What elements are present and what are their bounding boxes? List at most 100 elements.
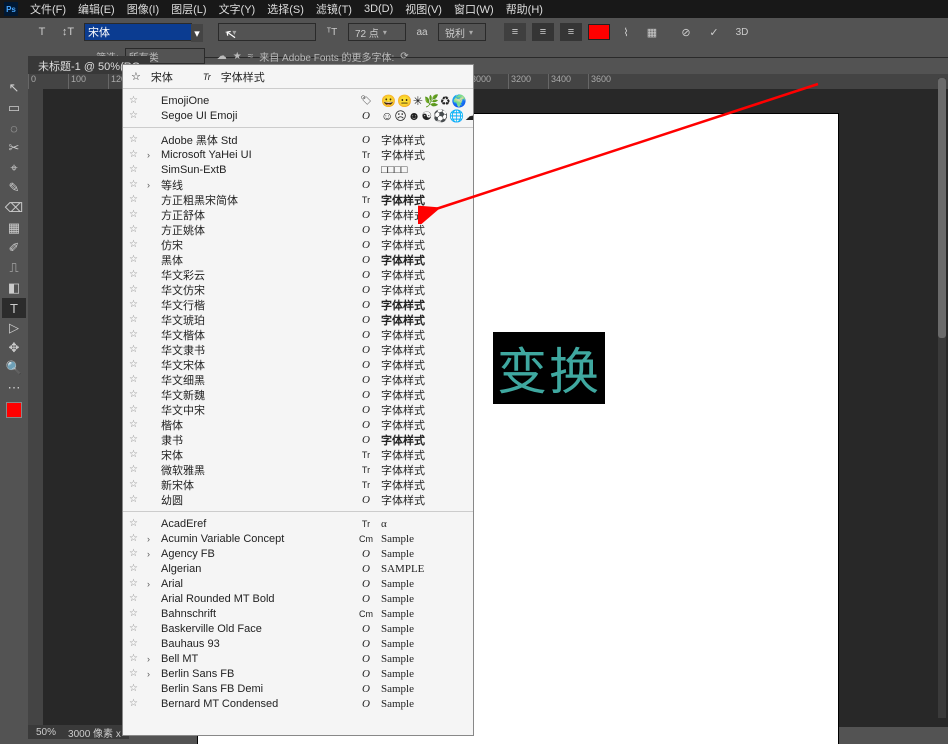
tool-1[interactable]: ▭ [2,98,26,118]
star-icon[interactable]: ☆ [129,110,141,121]
font-list-item[interactable]: ☆仿宋O字体样式 [123,237,473,252]
font-list-item[interactable]: ☆Segoe UI EmojiO☺☹☻☯⚽🌐☁ [123,108,473,123]
font-list-item[interactable]: ☆AcadErefTrα [123,516,473,531]
font-list-item[interactable]: ☆›ArialOSample [123,576,473,591]
star-icon[interactable]: ☆ [129,299,141,310]
star-icon[interactable]: ☆ [129,149,141,160]
warp-text-icon[interactable]: ⌇ [616,22,636,42]
font-list-item[interactable]: ☆AlgerianOSAMPLE [123,561,473,576]
font-list-item[interactable]: ☆›等线O字体样式 [123,177,473,192]
font-list-item[interactable]: ☆华文宋体O字体样式 [123,357,473,372]
menu-window[interactable]: 窗口(W) [448,1,500,17]
star-icon[interactable]: ☆ [129,329,141,340]
star-icon[interactable]: ☆ [129,548,141,559]
font-list-item[interactable]: ☆EmojiOne🏷😀😐✳🌿♻🌍 [123,93,473,108]
menu-image[interactable]: 图像(I) [121,1,165,17]
star-icon[interactable]: ☆ [129,608,141,619]
star-icon[interactable]: ☆ [129,419,141,430]
expand-icon[interactable]: › [147,549,155,559]
star-icon[interactable]: ☆ [129,224,141,235]
tool-12[interactable]: ▷ [2,318,26,338]
char-panel-icon[interactable]: ▦ [642,22,662,42]
cancel-icon[interactable]: ⊘ [676,22,696,42]
font-list-item[interactable]: ☆Bernard MT CondensedOSample [123,696,473,711]
align-right-button[interactable]: ≡ [560,23,582,41]
status-zoom[interactable]: 50% [36,727,56,738]
fav-header-icon[interactable]: ☆ [131,70,141,83]
star-icon[interactable]: ☆ [129,209,141,220]
star-icon[interactable]: ☆ [129,638,141,649]
star-icon[interactable]: ☆ [129,563,141,574]
font-list-item[interactable]: ☆Adobe 黑体 StdO字体样式 [123,132,473,147]
canvas-text-layer[interactable]: 变换 [493,332,605,404]
font-list-item[interactable]: ☆华文细黑O字体样式 [123,372,473,387]
star-icon[interactable]: ☆ [129,449,141,460]
align-center-button[interactable]: ≡ [532,23,554,41]
font-list-item[interactable]: ☆华文行楷O字体样式 [123,297,473,312]
star-icon[interactable]: ☆ [129,668,141,679]
tool-14[interactable]: 🔍 [2,358,26,378]
font-list-item[interactable]: ☆Berlin Sans FB DemiOSample [123,681,473,696]
font-list-item[interactable]: ☆宋体Tr字体样式 [123,447,473,462]
font-list-item[interactable]: ☆方正粗黑宋简体Tr字体样式 [123,192,473,207]
font-list-item[interactable]: ☆›Bell MTOSample [123,651,473,666]
star-icon[interactable]: ☆ [129,95,141,106]
adobe-fonts-icon[interactable]: ☁ [217,51,227,62]
star-filter-icon[interactable]: ★ [233,51,242,62]
font-list-item[interactable]: ☆›Microsoft YaHei UITr字体样式 [123,147,473,162]
expand-icon[interactable]: › [147,654,155,664]
star-icon[interactable]: ☆ [129,533,141,544]
font-size-field[interactable]: 72 点 [348,23,406,41]
star-icon[interactable]: ☆ [129,653,141,664]
menu-edit[interactable]: 编辑(E) [72,1,121,17]
sync-icon[interactable]: ⟳ [400,51,408,62]
tool-preset-icon[interactable]: T [32,22,52,42]
expand-icon[interactable]: › [147,180,155,190]
font-list-item[interactable]: ☆›Acumin Variable ConceptCmSample [123,531,473,546]
tool-11[interactable]: T [2,298,26,318]
similar-filter-icon[interactable]: ≈ [248,51,254,62]
expand-icon[interactable]: › [147,150,155,160]
star-icon[interactable]: ☆ [129,314,141,325]
text-color-swatch[interactable] [588,24,610,40]
font-list-item[interactable]: ☆新宋体Tr字体样式 [123,477,473,492]
star-icon[interactable]: ☆ [129,578,141,589]
font-list-item[interactable]: ☆Baskerville Old FaceOSample [123,621,473,636]
font-list-item[interactable]: ☆SimSun-ExtBO□□□□ [123,162,473,177]
tool-15[interactable]: ⋯ [2,378,26,398]
font-list-item[interactable]: ☆BahnschriftCmSample [123,606,473,621]
font-list-item[interactable]: ☆楷体O字体样式 [123,417,473,432]
star-icon[interactable]: ☆ [129,698,141,709]
font-list-item[interactable]: ☆Arial Rounded MT BoldOSample [123,591,473,606]
font-list-item[interactable]: ☆幼圆O字体样式 [123,492,473,507]
expand-icon[interactable]: › [147,579,155,589]
star-icon[interactable]: ☆ [129,623,141,634]
star-icon[interactable]: ☆ [129,434,141,445]
star-icon[interactable]: ☆ [129,683,141,694]
star-icon[interactable]: ☆ [129,593,141,604]
font-list-item[interactable]: ☆黑体O字体样式 [123,252,473,267]
star-icon[interactable]: ☆ [129,164,141,175]
font-list-item[interactable]: ☆华文彩云O字体样式 [123,267,473,282]
star-icon[interactable]: ☆ [129,494,141,505]
font-list-item[interactable]: ☆华文楷体O字体样式 [123,327,473,342]
tool-2[interactable]: ◌ [2,118,26,138]
text-orient-icon[interactable]: ↕T [58,22,78,42]
star-icon[interactable]: ☆ [129,404,141,415]
star-icon[interactable]: ☆ [129,284,141,295]
scrollbar-thumb[interactable] [938,78,946,338]
menu-help[interactable]: 帮助(H) [500,1,549,17]
star-icon[interactable]: ☆ [129,479,141,490]
tool-10[interactable]: ◧ [2,278,26,298]
menu-view[interactable]: 视图(V) [399,1,448,17]
font-list-item[interactable]: ☆华文中宋O字体样式 [123,402,473,417]
font-dropdown-arrow[interactable]: ▾ [191,24,203,42]
tool-9[interactable]: ⎍ [2,258,26,278]
tool-0[interactable]: ↖ [2,78,26,98]
star-icon[interactable]: ☆ [129,134,141,145]
menu-type[interactable]: 文字(Y) [213,1,262,17]
menu-filter[interactable]: 滤镜(T) [310,1,358,17]
fg-color[interactable] [6,402,22,418]
font-list-item[interactable]: ☆Bauhaus 93OSample [123,636,473,651]
font-list-item[interactable]: ☆华文隶书O字体样式 [123,342,473,357]
